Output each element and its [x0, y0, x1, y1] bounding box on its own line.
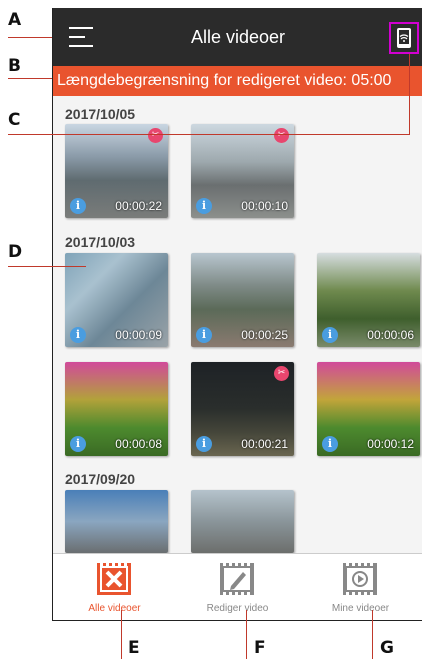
- page-title: Alle videoer: [190, 27, 286, 47]
- callout-line-d: [8, 266, 86, 267]
- video-thumbnail[interactable]: i 00:00:25: [191, 253, 294, 347]
- date-header: 2017/09/20: [65, 471, 136, 487]
- edit-video-icon: [220, 563, 254, 595]
- callout-a: A: [8, 10, 22, 30]
- info-icon[interactable]: i: [70, 327, 86, 343]
- video-thumbnail[interactable]: [191, 490, 294, 553]
- date-header: 2017/10/05: [65, 106, 136, 122]
- info-icon[interactable]: i: [70, 198, 86, 214]
- top-bar: Alle videoer: [53, 8, 422, 66]
- tab-label: Alle videoer: [88, 603, 141, 614]
- info-icon[interactable]: i: [196, 436, 212, 452]
- wifi-phone-icon[interactable]: [389, 22, 419, 54]
- callout-d: D: [8, 242, 23, 262]
- callout-e: E: [128, 638, 140, 658]
- video-thumbnail[interactable]: ✂ i 00:00:10: [191, 124, 294, 218]
- info-icon[interactable]: i: [196, 327, 212, 343]
- video-thumbnail[interactable]: ✂ i 00:00:22: [65, 124, 168, 218]
- video-duration: 00:00:06: [367, 328, 414, 342]
- scissors-icon: ✂: [148, 128, 163, 143]
- video-thumbnail[interactable]: i 00:00:12: [317, 362, 420, 456]
- scissors-icon: ✂: [274, 366, 289, 381]
- tab-label: Mine videoer: [331, 603, 390, 614]
- app-screen: Alle videoer Længdebegrænsning for redig…: [52, 8, 422, 621]
- tab-my-videos[interactable]: Mine videoer: [299, 554, 422, 620]
- info-icon[interactable]: i: [322, 436, 338, 452]
- video-thumbnail[interactable]: i 00:00:06: [317, 253, 420, 347]
- scissors-icon: ✂: [274, 128, 289, 143]
- video-duration: 00:00:21: [241, 437, 288, 451]
- video-duration: 00:00:12: [367, 437, 414, 451]
- video-duration: 00:00:25: [241, 328, 288, 342]
- my-videos-icon: [343, 563, 377, 595]
- tab-all-videos[interactable]: Alle videoer: [53, 554, 176, 620]
- video-duration: 00:00:09: [115, 328, 162, 342]
- callout-line-e: [121, 610, 122, 659]
- video-duration: 00:00:10: [241, 199, 288, 213]
- tab-edit-video[interactable]: Rediger video: [176, 554, 299, 620]
- callout-line-c: [8, 134, 410, 135]
- callout-b: B: [8, 56, 21, 76]
- callout-g: G: [380, 638, 394, 658]
- bottom-nav: Alle videoer Rediger video Mine videoer: [53, 553, 422, 620]
- callout-line-g: [372, 610, 373, 659]
- length-limit-banner: Længdebegrænsning for redigeret video: 0…: [53, 66, 422, 96]
- video-duration: 00:00:22: [115, 199, 162, 213]
- callout-vline-c: [409, 54, 410, 134]
- callout-f: F: [254, 638, 266, 658]
- info-icon[interactable]: i: [70, 436, 86, 452]
- video-thumbnail[interactable]: ✂ i 00:00:21: [191, 362, 294, 456]
- date-header: 2017/10/03: [65, 234, 136, 250]
- info-icon[interactable]: i: [196, 198, 212, 214]
- video-thumbnail[interactable]: i 00:00:08: [65, 362, 168, 456]
- callout-line-f: [246, 610, 247, 659]
- callout-c: C: [8, 110, 21, 130]
- video-thumbnail[interactable]: i 00:00:09: [65, 253, 168, 347]
- video-thumbnail[interactable]: [65, 490, 168, 553]
- info-icon[interactable]: i: [322, 327, 338, 343]
- all-videos-icon: [97, 563, 131, 595]
- tab-label: Rediger video: [206, 603, 269, 614]
- video-duration: 00:00:08: [115, 437, 162, 451]
